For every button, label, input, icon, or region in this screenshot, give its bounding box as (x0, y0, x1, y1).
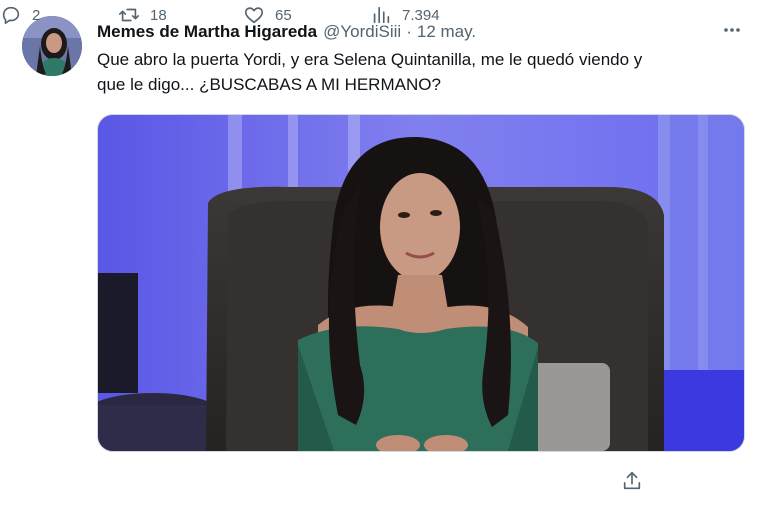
share-button[interactable] (621, 466, 643, 496)
views-count: 7.394 (402, 6, 440, 24)
retweet-count: 18 (150, 6, 167, 24)
tweet-text-line-1: Que abro la puerta Yordi, y era Selena Q… (97, 50, 643, 69)
reply-icon (2, 6, 20, 25)
heart-icon (244, 7, 264, 24)
tweet-text-line-2: que le digo... ¿BUSCABAS A MI HERMANO? (97, 75, 441, 94)
share-icon (623, 471, 641, 490)
reply-button[interactable]: 2 (0, 0, 40, 30)
like-button[interactable]: 65 (243, 0, 292, 30)
views-button[interactable]: 7.394 (370, 0, 440, 30)
reply-count: 2 (32, 6, 41, 24)
tweet-text: Que abro la puerta Yordi, y era Selena Q… (97, 47, 747, 97)
retweet-icon (119, 8, 139, 22)
tweet-card[interactable]: Memes de Martha Higareda @YordiSiii · 12… (0, 0, 768, 505)
like-count: 65 (275, 6, 292, 24)
tweet-media-image[interactable] (97, 114, 745, 452)
views-icon (373, 6, 390, 24)
more-icon[interactable] (718, 18, 746, 42)
retweet-button[interactable]: 18 (118, 0, 167, 30)
